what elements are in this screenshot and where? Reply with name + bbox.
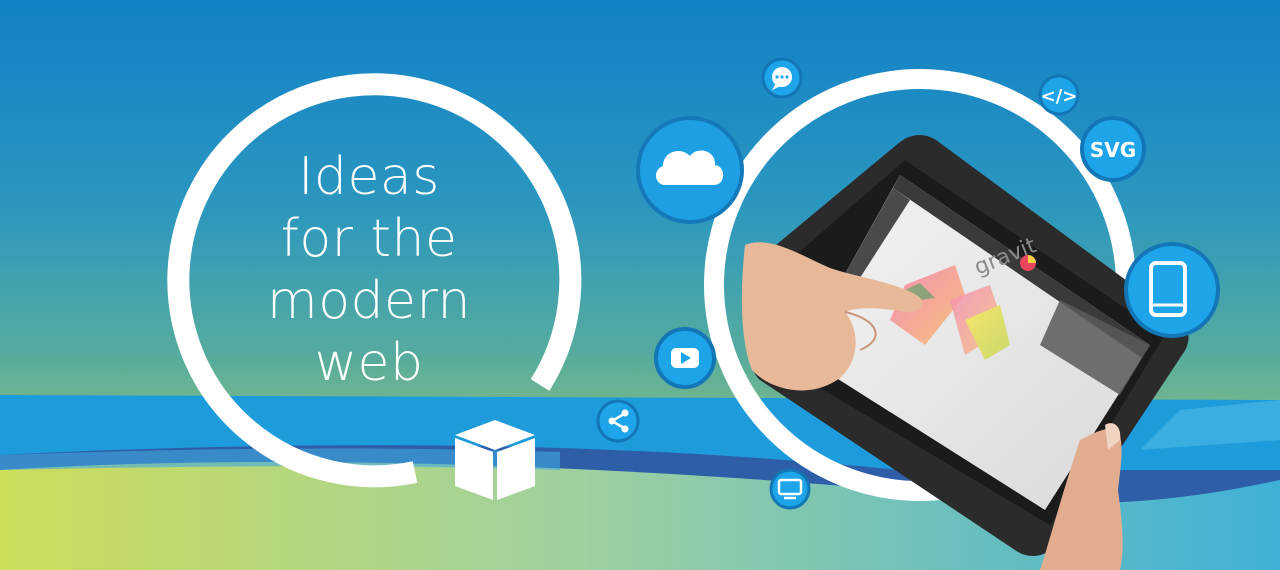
headline-line: Ideas	[298, 147, 440, 207]
svg-icon-label: SVG	[1090, 138, 1136, 162]
headline-line: modern	[267, 271, 471, 331]
headline-line: for the	[280, 209, 458, 269]
share-icon	[596, 399, 640, 443]
headline-line: web	[314, 333, 424, 393]
banner-illustration: gravit </> SVG	[0, 0, 1280, 570]
chat-icon	[761, 57, 803, 99]
svg-icon: SVG	[1080, 116, 1146, 182]
cloud-icon	[636, 116, 744, 224]
code-icon: </>	[1038, 74, 1080, 116]
monitor-icon	[769, 468, 811, 510]
mobile-phone-icon	[1124, 242, 1220, 338]
code-icon-label: </>	[1041, 86, 1078, 107]
video-play-icon	[654, 327, 716, 389]
headline: Ideas for the modern web	[214, 146, 524, 394]
